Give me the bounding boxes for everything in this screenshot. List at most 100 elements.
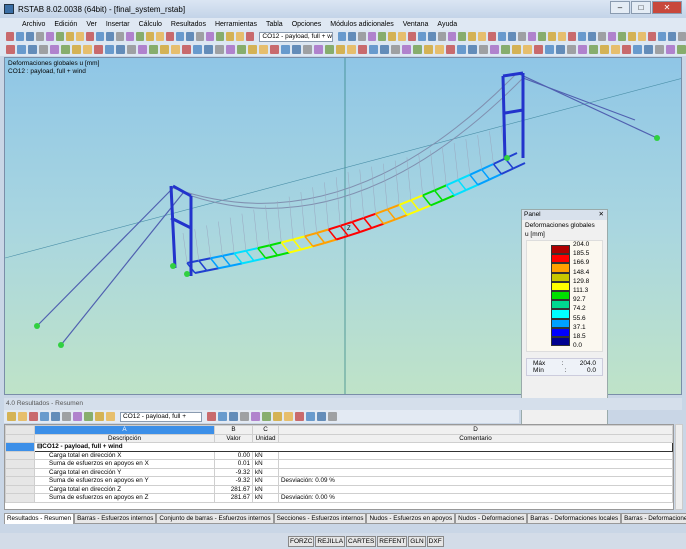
toolbar-button-icon[interactable]: [281, 45, 290, 54]
toolbar-button-icon[interactable]: [284, 412, 293, 421]
row-header[interactable]: [5, 476, 35, 486]
menu-item[interactable]: Tabla: [266, 21, 283, 28]
toolbar-button-icon[interactable]: [317, 412, 326, 421]
toolbar-button-icon[interactable]: [16, 32, 25, 41]
toolbar-button-icon[interactable]: [116, 45, 125, 54]
toolbar-button-icon[interactable]: [622, 45, 631, 54]
toolbar-button-icon[interactable]: [166, 32, 175, 41]
toolbar-button-icon[interactable]: [407, 32, 416, 41]
menu-item[interactable]: Resultados: [171, 21, 206, 28]
toolbar-button-icon[interactable]: [468, 45, 477, 54]
toolbar-button-icon[interactable]: [251, 412, 260, 421]
toolbar-button-icon[interactable]: [468, 32, 477, 41]
toolbar-button-icon[interactable]: [568, 32, 577, 41]
results-tab[interactable]: Conjunto de barras - Esfuerzos internos: [156, 513, 274, 524]
table-row[interactable]: Suma de esfuerzos en apoyos en X 0.01 kN: [5, 459, 673, 469]
menu-item[interactable]: Ver: [86, 21, 97, 28]
menu-item[interactable]: Opciones: [292, 21, 322, 28]
toolbar-button-icon[interactable]: [413, 45, 422, 54]
menu-item[interactable]: Archivo: [22, 21, 45, 28]
toolbar-button-icon[interactable]: [402, 45, 411, 54]
toolbar-button-icon[interactable]: [182, 45, 191, 54]
toolbar-button-icon[interactable]: [61, 45, 70, 54]
toolbar-button-icon[interactable]: [567, 45, 576, 54]
toolbar-button-icon[interactable]: [325, 45, 334, 54]
toolbar-button-icon[interactable]: [229, 412, 238, 421]
toolbar-button-icon[interactable]: [457, 45, 466, 54]
toolbar-button-icon[interactable]: [40, 412, 49, 421]
table-row[interactable]: Carga total en dirección Z 281.67 kN: [5, 484, 673, 494]
row-header[interactable]: [5, 493, 35, 503]
table-row[interactable]: Carga total en dirección X 0.00 kN: [5, 450, 673, 460]
toolbar-button-icon[interactable]: [39, 45, 48, 54]
column-a[interactable]: A: [34, 425, 215, 435]
toolbar-button-icon[interactable]: [666, 45, 675, 54]
menu-item[interactable]: Ventana: [403, 21, 429, 28]
toolbar-button-icon[interactable]: [508, 32, 517, 41]
menu-item[interactable]: Insertar: [106, 21, 130, 28]
toolbar-button-icon[interactable]: [446, 45, 455, 54]
toolbar-button-icon[interactable]: [578, 32, 587, 41]
toolbar-button-icon[interactable]: [358, 45, 367, 54]
toolbar-button-icon[interactable]: [50, 45, 59, 54]
toolbar-button-icon[interactable]: [328, 412, 337, 421]
toolbar-button-icon[interactable]: [126, 32, 135, 41]
status-toggle[interactable]: DXF: [426, 535, 444, 547]
results-tab[interactable]: Nudos - Deformaciones: [455, 513, 528, 524]
toolbar-button-icon[interactable]: [262, 412, 271, 421]
toolbar-button-icon[interactable]: [226, 45, 235, 54]
toolbar-button-icon[interactable]: [240, 412, 249, 421]
menu-item[interactable]: Módulos adicionales: [330, 21, 393, 28]
toolbar-button-icon[interactable]: [427, 32, 436, 41]
toolbar-button-icon[interactable]: [160, 45, 169, 54]
toolbar-button-icon[interactable]: [270, 45, 279, 54]
toolbar-button-icon[interactable]: [186, 32, 195, 41]
toolbar-button-icon[interactable]: [523, 45, 532, 54]
toolbar-button-icon[interactable]: [216, 32, 225, 41]
toolbar-button-icon[interactable]: [498, 32, 507, 41]
toolbar-button-icon[interactable]: [668, 32, 677, 41]
results-tab[interactable]: Barras - Deformaciones globales: [621, 513, 686, 524]
toolbar-button-icon[interactable]: [96, 32, 105, 41]
toolbar-button-icon[interactable]: [237, 45, 246, 54]
toolbar-button-icon[interactable]: [56, 32, 65, 41]
toolbar-button-icon[interactable]: [314, 45, 323, 54]
toolbar-button-icon[interactable]: [206, 32, 215, 41]
toolbar-button-icon[interactable]: [176, 32, 185, 41]
toolbar-button-icon[interactable]: [28, 45, 37, 54]
toolbar-button-icon[interactable]: [658, 32, 667, 41]
toolbar-button-icon[interactable]: [644, 45, 653, 54]
toolbar-button-icon[interactable]: [127, 45, 136, 54]
toolbar-button-icon[interactable]: [193, 45, 202, 54]
toolbar-button-icon[interactable]: [458, 32, 467, 41]
toolbar-button-icon[interactable]: [638, 32, 647, 41]
toolbar-button-icon[interactable]: [226, 32, 235, 41]
toolbar-button-icon[interactable]: [618, 32, 627, 41]
maximize-button[interactable]: □: [631, 1, 651, 14]
toolbar-button-icon[interactable]: [578, 45, 587, 54]
toolbar-button-icon[interactable]: [437, 32, 446, 41]
toolbar-button-icon[interactable]: [589, 45, 598, 54]
column-b[interactable]: B: [214, 425, 253, 435]
toolbar-button-icon[interactable]: [105, 45, 114, 54]
toolbar-button-icon[interactable]: [73, 412, 82, 421]
toolbar-button-icon[interactable]: [337, 32, 346, 41]
table-row[interactable]: Carga total en dirección Y -9.32 kN: [5, 467, 673, 477]
toolbar-button-icon[interactable]: [479, 45, 488, 54]
row-header[interactable]: [5, 484, 35, 494]
toolbar-button-icon[interactable]: [397, 32, 406, 41]
toolbar-button-icon[interactable]: [380, 45, 389, 54]
toolbar-button-icon[interactable]: [655, 45, 664, 54]
toolbar-button-icon[interactable]: [215, 45, 224, 54]
minimize-button[interactable]: –: [610, 1, 630, 14]
toolbar-button-icon[interactable]: [6, 45, 15, 54]
toolbar-button-icon[interactable]: [36, 32, 45, 41]
toolbar-button-icon[interactable]: [598, 32, 607, 41]
toolbar-button-icon[interactable]: [548, 32, 557, 41]
toolbar-button-icon[interactable]: [7, 412, 16, 421]
toolbar-button-icon[interactable]: [207, 412, 216, 421]
toolbar-button-icon[interactable]: [336, 45, 345, 54]
toolbar-button-icon[interactable]: [633, 45, 642, 54]
status-toggle[interactable]: CARTES: [346, 535, 377, 547]
toolbar-button-icon[interactable]: [273, 412, 282, 421]
